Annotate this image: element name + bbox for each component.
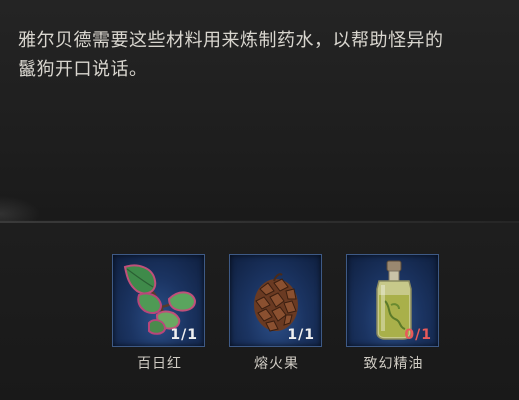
material-name: 百日红 (137, 356, 182, 372)
quest-description-panel: 雅尔贝德需要这些材料用来炼制药水，以帮助怪异的 鬣狗开口说话。 (0, 0, 519, 220)
material-name: 熔火果 (254, 356, 299, 372)
material-item[interactable]: 1/1 熔火果 (229, 254, 324, 373)
material-slot[interactable]: 0/1 (346, 254, 439, 347)
quest-window: 雅尔贝德需要这些材料用来炼制药水，以帮助怪异的 鬣狗开口说话。 1/1 百日红 (0, 0, 519, 400)
quest-description-line: 雅尔贝德需要这些材料用来炼制药水，以帮助怪异的 (18, 30, 444, 51)
material-slot[interactable]: 1/1 (229, 254, 322, 347)
quest-description-line: 鬣狗开口说话。 (18, 59, 148, 80)
quest-description: 雅尔贝德需要这些材料用来炼制药水，以帮助怪异的 鬣狗开口说话。 (18, 26, 519, 84)
material-item[interactable]: 0/1 致幻精油 (346, 254, 441, 373)
material-count: 1/1 (170, 327, 198, 343)
material-count: 0/1 (404, 327, 432, 343)
material-name: 致幻精油 (363, 356, 424, 372)
material-item[interactable]: 1/1 百日红 (112, 254, 207, 373)
material-count: 1/1 (287, 327, 315, 343)
material-slot[interactable]: 1/1 (112, 254, 205, 347)
